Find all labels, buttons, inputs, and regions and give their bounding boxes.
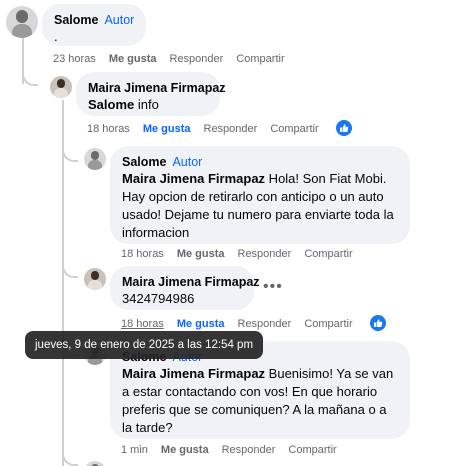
mention-link[interactable]: Salome [88, 97, 134, 112]
comment-text: Salome info [88, 96, 208, 114]
share-button[interactable]: Compartir [304, 318, 352, 330]
comment-actions: 23 horas Me gusta Responder Compartir [53, 53, 298, 65]
comment-actions: 18 horas Me gusta Responder Compartir [121, 318, 366, 330]
like-button[interactable]: Me gusta [109, 53, 157, 65]
author-name[interactable]: Maira Jimena Firmapaz [88, 81, 226, 95]
comment-text: Maira Jimena Firmapaz Hola! Son Fiat Mob… [122, 170, 398, 242]
comment-header: Salome Autor [54, 12, 134, 28]
comment-header: Maira Jimena Firmapaz [122, 274, 260, 290]
comment-time[interactable]: 18 horas [121, 318, 164, 330]
share-button[interactable]: Compartir [288, 444, 336, 456]
like-button[interactable]: Me gusta [161, 444, 209, 456]
author-name[interactable]: Maira Jimena Firmapaz [122, 275, 260, 289]
comment-header: Salome Autor [122, 154, 398, 170]
avatar[interactable] [6, 6, 38, 38]
share-button[interactable]: Compartir [236, 53, 284, 65]
mention-link[interactable]: Maira Jimena Firmapaz [122, 171, 265, 186]
share-button[interactable]: Compartir [270, 123, 318, 135]
like-button[interactable]: Me gusta [143, 123, 191, 135]
reaction-badge[interactable] [336, 120, 352, 136]
reply-button[interactable]: Responder [238, 318, 292, 330]
thumbs-up-icon [374, 319, 383, 327]
thread-elbow [62, 146, 78, 162]
comment-time[interactable]: 1 min [121, 444, 148, 456]
comment-header: Maira Jimena Firmapaz [88, 80, 226, 96]
comment-bubble: Maira Jimena Firmapaz 3424794986 [110, 266, 260, 310]
comment-time[interactable]: 23 horas [53, 53, 96, 65]
comment-body: info [134, 97, 159, 112]
avatar-body [87, 280, 103, 290]
avatar[interactable] [84, 268, 106, 290]
author-name[interactable]: Salome [54, 13, 98, 27]
like-button[interactable]: Me gusta [177, 248, 225, 260]
mention-link[interactable]: Maira Jimena Firmapaz [122, 366, 265, 381]
comment-bubble: Maira Jimena Firmapaz Salome info [76, 72, 226, 116]
avatar[interactable] [84, 148, 106, 170]
comment-text: . [54, 29, 58, 44]
reaction-badge[interactable] [370, 315, 386, 331]
comment-actions: 1 min Me gusta Responder Compartir [121, 444, 350, 456]
more-options-icon[interactable]: ••• [263, 278, 283, 296]
avatar-body [87, 160, 103, 170]
avatar-head [15, 10, 29, 24]
avatar-body [53, 88, 69, 98]
thread-elbow [62, 262, 78, 278]
comment-text: Maira Jimena Firmapaz Buenisimo! Ya se v… [122, 365, 398, 437]
avatar-body [11, 23, 33, 38]
author-badge: Autor [172, 155, 203, 169]
avatar-head [90, 271, 100, 280]
avatar-head [56, 79, 66, 88]
reply-button[interactable]: Responder [170, 53, 224, 65]
avatar-head [90, 151, 100, 160]
share-button[interactable]: Compartir [304, 248, 352, 260]
comment-time[interactable]: 18 horas [121, 248, 164, 260]
like-button[interactable]: Me gusta [177, 318, 225, 330]
author-badge: Autor [104, 13, 135, 27]
thumbs-up-icon [340, 124, 349, 132]
comment-time[interactable]: 18 horas [87, 123, 130, 135]
avatar[interactable] [50, 76, 72, 98]
thread-elbow [22, 70, 38, 86]
timestamp-tooltip: jueves, 9 de enero de 2025 a las 12:54 p… [25, 331, 264, 359]
comment-bubble: Salome Autor Maira Jimena Firmapaz Hola! … [110, 146, 410, 244]
comment-bubble: Salome Autor . [42, 4, 146, 46]
comment-text: 3424794986 [122, 291, 195, 306]
author-name[interactable]: Salome [122, 155, 166, 169]
reply-button[interactable]: Responder [204, 123, 258, 135]
reply-button[interactable]: Responder [222, 444, 276, 456]
thread-elbow [62, 450, 78, 466]
comment-actions: 18 horas Me gusta Responder Compartir [87, 123, 332, 135]
comment-actions: 18 horas Me gusta Responder Compartir [121, 248, 366, 260]
avatar[interactable] [84, 461, 106, 466]
reply-button[interactable]: Responder [238, 248, 292, 260]
